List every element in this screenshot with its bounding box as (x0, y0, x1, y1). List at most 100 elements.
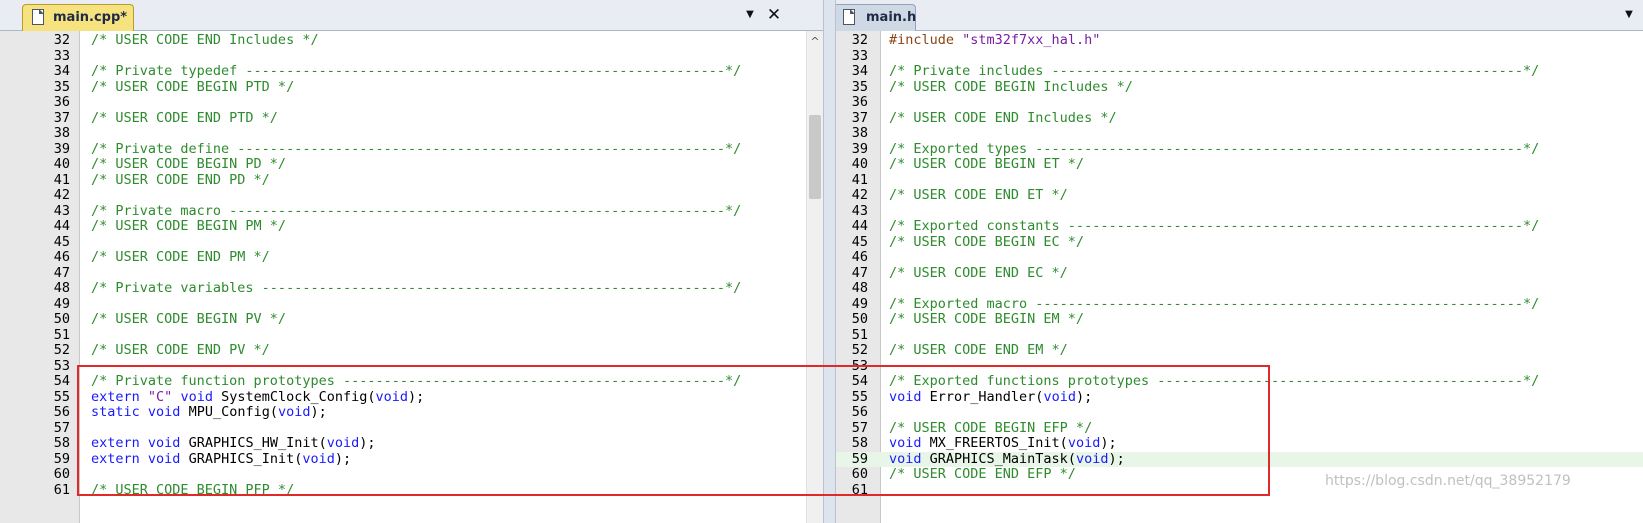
code-line[interactable]: 57 /* USER CODE BEGIN EFP */ (836, 420, 1643, 437)
code-line[interactable]: 56 (836, 404, 1643, 421)
code-line[interactable]: 54 /* Private function prototypes -------… (0, 373, 823, 390)
code-line[interactable]: 35 /* USER CODE BEGIN Includes */ (836, 78, 1643, 96)
scrollbar-thumb[interactable] (809, 115, 821, 199)
editor-pane-left: main.cpp* ▼ ✕ 32 /* USER CODE END Include… (0, 0, 823, 523)
line-code: void GRAPHICS_MainTask(void); (889, 450, 1125, 468)
code-token-comment: /* USER CODE BEGIN PD */ (91, 156, 287, 172)
code-line[interactable]: 38 (0, 125, 823, 142)
code-line[interactable]: 34 /* Private typedef -------------------… (0, 63, 823, 80)
code-line[interactable]: 51 (0, 327, 823, 344)
line-number: 60 (53, 466, 70, 482)
code-line[interactable]: 46 (836, 249, 1643, 266)
code-line[interactable]: 35 /* USER CODE BEGIN PTD */ (0, 79, 823, 96)
line-number: 59 (53, 450, 70, 467)
code-line[interactable]: 58 void MX_FREERTOS_Init(void); (836, 435, 1643, 452)
code-line[interactable]: 61 /* USER CODE BEGIN PFP */ (0, 482, 823, 499)
code-line[interactable]: 57 (0, 420, 823, 437)
code-token-comment: /* Private variables -------------------… (91, 280, 742, 296)
tab-main-cpp[interactable]: main.cpp* (22, 4, 134, 31)
code-token-comment: /* Private define ----------------------… (91, 140, 742, 157)
code-line[interactable]: 33 (0, 48, 823, 65)
line-number: 43 (851, 202, 868, 219)
line-number: 39 (851, 140, 868, 157)
code-line[interactable]: 43 /* Private macro ---------------------… (0, 202, 823, 220)
code-line[interactable]: 44 /* Exported constants ----------------… (836, 218, 1643, 235)
line-code: /* Private function prototypes ---------… (91, 373, 741, 390)
line-code: /* USER CODE END PV */ (91, 342, 270, 359)
code-line[interactable]: 50 /* USER CODE BEGIN EM */ (836, 311, 1643, 328)
code-line[interactable]: 55 extern "C" void SystemClock_Config(voi… (0, 388, 823, 406)
close-icon[interactable]: ✕ (766, 7, 782, 24)
code-line[interactable]: 53 (0, 358, 823, 375)
code-token-comment: /* Private includes --------------------… (889, 63, 1540, 79)
code-editor-right[interactable]: 32 #include "stm32f7xx_hal.h" 33 34 /* Priva… (836, 31, 1643, 523)
code-line[interactable]: 48 /* Private variables -----------------… (0, 280, 823, 297)
code-token-comment: /* Private macro -----------------------… (91, 202, 742, 219)
tab-main-h[interactable]: main.h (836, 4, 916, 31)
code-line[interactable]: 40 /* USER CODE BEGIN ET */ (836, 156, 1643, 173)
code-line[interactable]: 48 (836, 280, 1643, 297)
code-token-comment: /* USER CODE BEGIN EM */ (889, 311, 1085, 327)
code-line[interactable]: 42 (0, 187, 823, 204)
code-line[interactable]: 60 (0, 466, 823, 483)
code-token-keyword: void (180, 388, 213, 405)
code-line[interactable]: 49 /* Exported macro --------------------… (836, 296, 1643, 313)
code-line[interactable]: 47 /* USER CODE END EC */ (836, 265, 1643, 282)
code-line[interactable]: 43 (836, 202, 1643, 220)
code-line[interactable]: 34 /* Private includes ------------------… (836, 63, 1643, 80)
code-line[interactable]: 56 static void MPU_Config(void); (0, 404, 823, 421)
code-token-comment: /* USER CODE BEGIN Includes */ (889, 78, 1133, 95)
pane-splitter[interactable] (823, 0, 836, 523)
code-line[interactable]: 40 /* USER CODE BEGIN PD */ (0, 156, 823, 173)
code-token-plain: ); (1075, 388, 1093, 405)
line-number: 54 (851, 373, 868, 389)
code-line[interactable]: 33 (836, 48, 1643, 65)
code-line[interactable]: 45 (0, 234, 823, 251)
code-line[interactable]: 58 extern void GRAPHICS_HW_Init(void); (0, 435, 823, 452)
code-line[interactable]: 36 (0, 94, 823, 111)
line-code: /* Exported constants ------------------… (889, 218, 1539, 235)
code-line[interactable]: 59 void GRAPHICS_MainTask(void); (836, 450, 1643, 468)
code-line[interactable]: 54 /* Exported functions prototypes -----… (836, 373, 1643, 390)
code-line[interactable]: 52 /* USER CODE END EM */ (836, 342, 1643, 359)
code-line[interactable]: 50 /* USER CODE BEGIN PV */ (0, 311, 823, 328)
code-line[interactable]: 52 /* USER CODE END PV */ (0, 342, 823, 359)
code-line[interactable]: 49 (0, 296, 823, 313)
chevron-down-icon[interactable]: ▼ (1621, 7, 1637, 23)
code-line[interactable]: 32 #include "stm32f7xx_hal.h" (836, 32, 1643, 49)
line-number: 38 (53, 125, 70, 141)
code-token-plain: ); (1108, 450, 1125, 467)
code-line[interactable]: 47 (0, 265, 823, 282)
code-line[interactable]: 32 /* USER CODE END Includes */ (0, 32, 823, 49)
code-line[interactable]: 41 (836, 172, 1643, 189)
line-number: 48 (53, 280, 70, 296)
code-line[interactable]: 46 /* USER CODE END PM */ (0, 249, 823, 266)
code-line[interactable]: 37 /* USER CODE END Includes */ (836, 110, 1643, 127)
vertical-scrollbar[interactable]: ^ (806, 31, 823, 523)
code-line[interactable]: 39 /* Exported types --------------------… (836, 140, 1643, 158)
code-line[interactable]: 42 /* USER CODE END ET */ (836, 187, 1643, 204)
code-line[interactable]: 44 /* USER CODE BEGIN PM */ (0, 218, 823, 235)
code-line[interactable]: 39 /* Private define --------------------… (0, 140, 823, 158)
code-line[interactable]: 41 /* USER CODE END PD */ (0, 172, 823, 189)
line-number: 46 (851, 249, 868, 265)
code-line[interactable]: 53 (836, 358, 1643, 375)
code-line[interactable]: 36 (836, 94, 1643, 111)
line-number: 56 (53, 404, 70, 420)
scroll-up-icon[interactable]: ^ (807, 35, 823, 49)
chevron-down-icon[interactable]: ▼ (742, 7, 758, 23)
line-code: /* Private macro -----------------------… (91, 202, 742, 220)
line-number: 42 (53, 187, 70, 203)
code-line[interactable]: 37 /* USER CODE END PTD */ (0, 110, 823, 127)
code-line[interactable]: 38 (836, 125, 1643, 142)
code-line[interactable]: 51 (836, 327, 1643, 344)
code-line[interactable]: 45 /* USER CODE BEGIN EC */ (836, 233, 1643, 251)
line-code: /* USER CODE BEGIN Includes */ (889, 78, 1133, 96)
code-line[interactable]: 59 extern void GRAPHICS_Init(void); (0, 450, 823, 468)
code-line[interactable]: 55 void Error_Handler(void); (836, 388, 1643, 406)
code-editor-left[interactable]: 32 /* USER CODE END Includes */ 33 34 /* Pri… (0, 31, 823, 523)
line-number: 46 (53, 249, 70, 265)
code-token-comment: /* USER CODE BEGIN EC */ (889, 233, 1085, 250)
